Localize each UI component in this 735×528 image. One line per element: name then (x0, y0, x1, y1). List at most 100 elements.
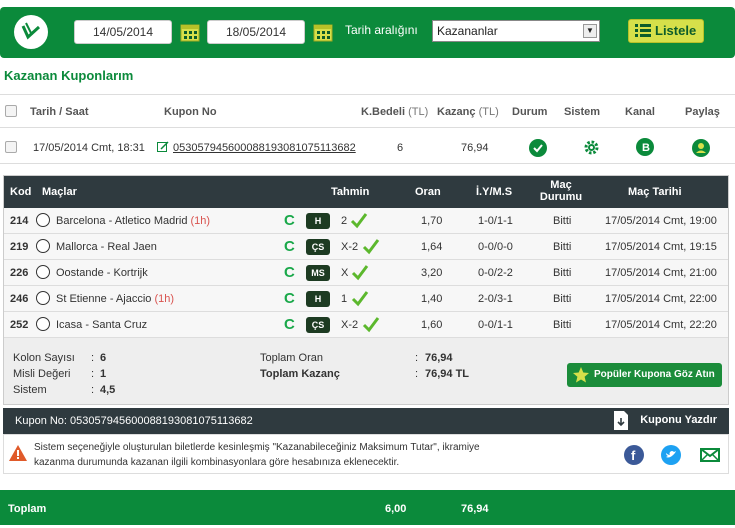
totals-footer: Toplam 6,00 76,94 (0, 490, 735, 525)
odds: 1,70 (421, 215, 443, 227)
email-icon[interactable] (700, 445, 720, 465)
match-code: 246 (10, 293, 29, 305)
coupon-number-bar: Kupon No: 0530579456000881930810751136​8… (3, 408, 729, 434)
svg-text:B: B (642, 142, 650, 154)
match-code: 226 (10, 267, 29, 279)
sistem-label: Sistem (13, 384, 47, 396)
colon: : (91, 352, 95, 364)
popular-coupon-button[interactable]: Popüler Kupona Göz Atın (567, 363, 722, 387)
odds: 3,20 (421, 267, 443, 279)
pick-value: X-2 (341, 319, 359, 331)
match-status: Bitti (553, 215, 572, 227)
c-badge: C (284, 264, 295, 281)
select-all-checkbox[interactable] (5, 105, 17, 117)
misli-value: 1 (100, 368, 107, 380)
result-type-select[interactable]: Kazananlar ▼ (432, 20, 600, 42)
match-row: 219 Mallorca - Real Jaen C ÇS X-2 1,64 0… (4, 234, 728, 260)
check-icon (351, 291, 369, 307)
header-share: Paylaş (685, 106, 720, 118)
page-title: Kazanan Kuponlarım (4, 68, 134, 83)
calendar-icon[interactable] (313, 22, 333, 42)
popular-coupon-label: Popüler Kupona Göz Atın (594, 369, 715, 380)
info-notice: Sistem seçeneğiyle oluşturulan biletlerd… (3, 434, 729, 474)
check-icon (362, 239, 380, 255)
c-badge: C (284, 238, 295, 255)
twitter-icon[interactable] (661, 445, 681, 465)
kolon-value: 6 (100, 352, 107, 364)
header-coupon-no: Kupon No (164, 106, 217, 118)
ht-ft: 0-0/1-1 (478, 319, 513, 331)
match-status: Bitti (553, 293, 572, 305)
calendar-icon[interactable] (180, 22, 200, 42)
chevron-down-icon[interactable]: ▼ (583, 24, 597, 38)
footer-total-stake: 6,00 (385, 503, 407, 515)
match-name[interactable]: Barcelona - Atletico Madrid (1h) (56, 215, 210, 227)
match-date: 17/05/2014 Cmt, 22:00 (605, 293, 717, 305)
check-icon (362, 317, 380, 333)
match-name[interactable]: Icasa - Santa Cruz (56, 319, 147, 331)
list-button-label: Listele (655, 23, 697, 38)
pick-type-badge: H (306, 291, 330, 307)
match-row: 226 Oostande - Kortrijk C MS X 3,20 0-0/… (4, 260, 728, 286)
match-row: 246 St Etienne - Ajaccio (1h) C H 1 1,40… (4, 286, 728, 312)
end-date-input[interactable]: 18/05/2014 (207, 20, 305, 44)
coupon-checkbox[interactable] (5, 141, 17, 153)
colon: : (415, 368, 419, 380)
c-badge: C (284, 290, 295, 307)
match-code: 214 (10, 215, 29, 227)
header-date: Tarih / Saat (30, 106, 89, 118)
pick-type-badge: MS (306, 265, 330, 281)
total-odds-value: 76,94 (425, 352, 453, 364)
gear-icon[interactable] (583, 139, 600, 156)
divider (0, 94, 735, 95)
pick-value: X-2 (341, 241, 359, 253)
match-name[interactable]: Mallorca - Real Jaen (56, 241, 157, 253)
match-code: 219 (10, 241, 29, 253)
start-date-input[interactable]: 14/05/2014 (74, 20, 172, 44)
match-date: 17/05/2014 Cmt, 19:00 (605, 215, 717, 227)
header-code: Kod (10, 186, 32, 198)
matches-table-header: Kod Maçlar Tahmin Oran İ.Y/M.S Maç Durumu… (4, 176, 728, 208)
header-win: Kazanç (TL) (437, 106, 499, 118)
list-button[interactable]: Listele (628, 19, 704, 43)
status-check-icon (529, 139, 547, 157)
print-coupon-button[interactable]: Kuponu Yazdır (640, 414, 717, 426)
list-icon (635, 24, 651, 37)
football-icon (36, 265, 50, 279)
match-name[interactable]: St Etienne - Ajaccio (1h) (56, 293, 174, 305)
total-win-value: 76,94 TL (425, 368, 470, 380)
divider (0, 163, 735, 164)
match-row: 252 Icasa - Santa Cruz C ÇS X-2 1,60 0-0… (4, 312, 728, 338)
header-odds: Oran (415, 186, 441, 198)
print-icon[interactable] (613, 410, 629, 431)
match-status: Bitti (553, 319, 572, 331)
share-user-icon[interactable] (692, 139, 710, 157)
coupon-number-link[interactable]: 0530579456000881930810751136​82 (173, 142, 356, 154)
ht-ft: 0-0/2-2 (478, 267, 513, 279)
filter-bar: 14/05/2014 18/05/2014 Tarih aralığını (0, 7, 735, 58)
range-label: Tarih aralığını (345, 23, 418, 37)
c-badge: C (284, 212, 295, 229)
pick-value: 1 (341, 293, 348, 305)
check-icon (351, 265, 369, 281)
edit-icon[interactable] (157, 141, 169, 153)
football-icon (36, 213, 50, 227)
coupon-stake: 6 (397, 142, 404, 154)
colon: : (91, 384, 95, 396)
header-pick: Tahmin (331, 186, 370, 198)
svg-text:f: f (631, 448, 636, 463)
coupon-date: 17/05/2014 Cmt, 18:31 (33, 142, 145, 154)
header-channel: Kanal (625, 106, 655, 118)
header-ht-ft: İ.Y/M.S (476, 186, 513, 198)
star-icon (573, 367, 589, 383)
ht-ft: 1-0/1-1 (478, 215, 513, 227)
header-system: Sistem (564, 106, 601, 118)
football-icon (36, 291, 50, 305)
coupon-number-label: Kupon No: 0530579456000881930810751136​8… (15, 415, 253, 427)
odds: 1,40 (421, 293, 443, 305)
footer-total-win: 76,94 (461, 503, 489, 515)
pick-value: 2 (341, 215, 348, 227)
facebook-icon[interactable]: f (624, 445, 644, 465)
misli-label: Misli Değeri (13, 368, 71, 380)
match-name[interactable]: Oostande - Kortrijk (56, 267, 148, 279)
